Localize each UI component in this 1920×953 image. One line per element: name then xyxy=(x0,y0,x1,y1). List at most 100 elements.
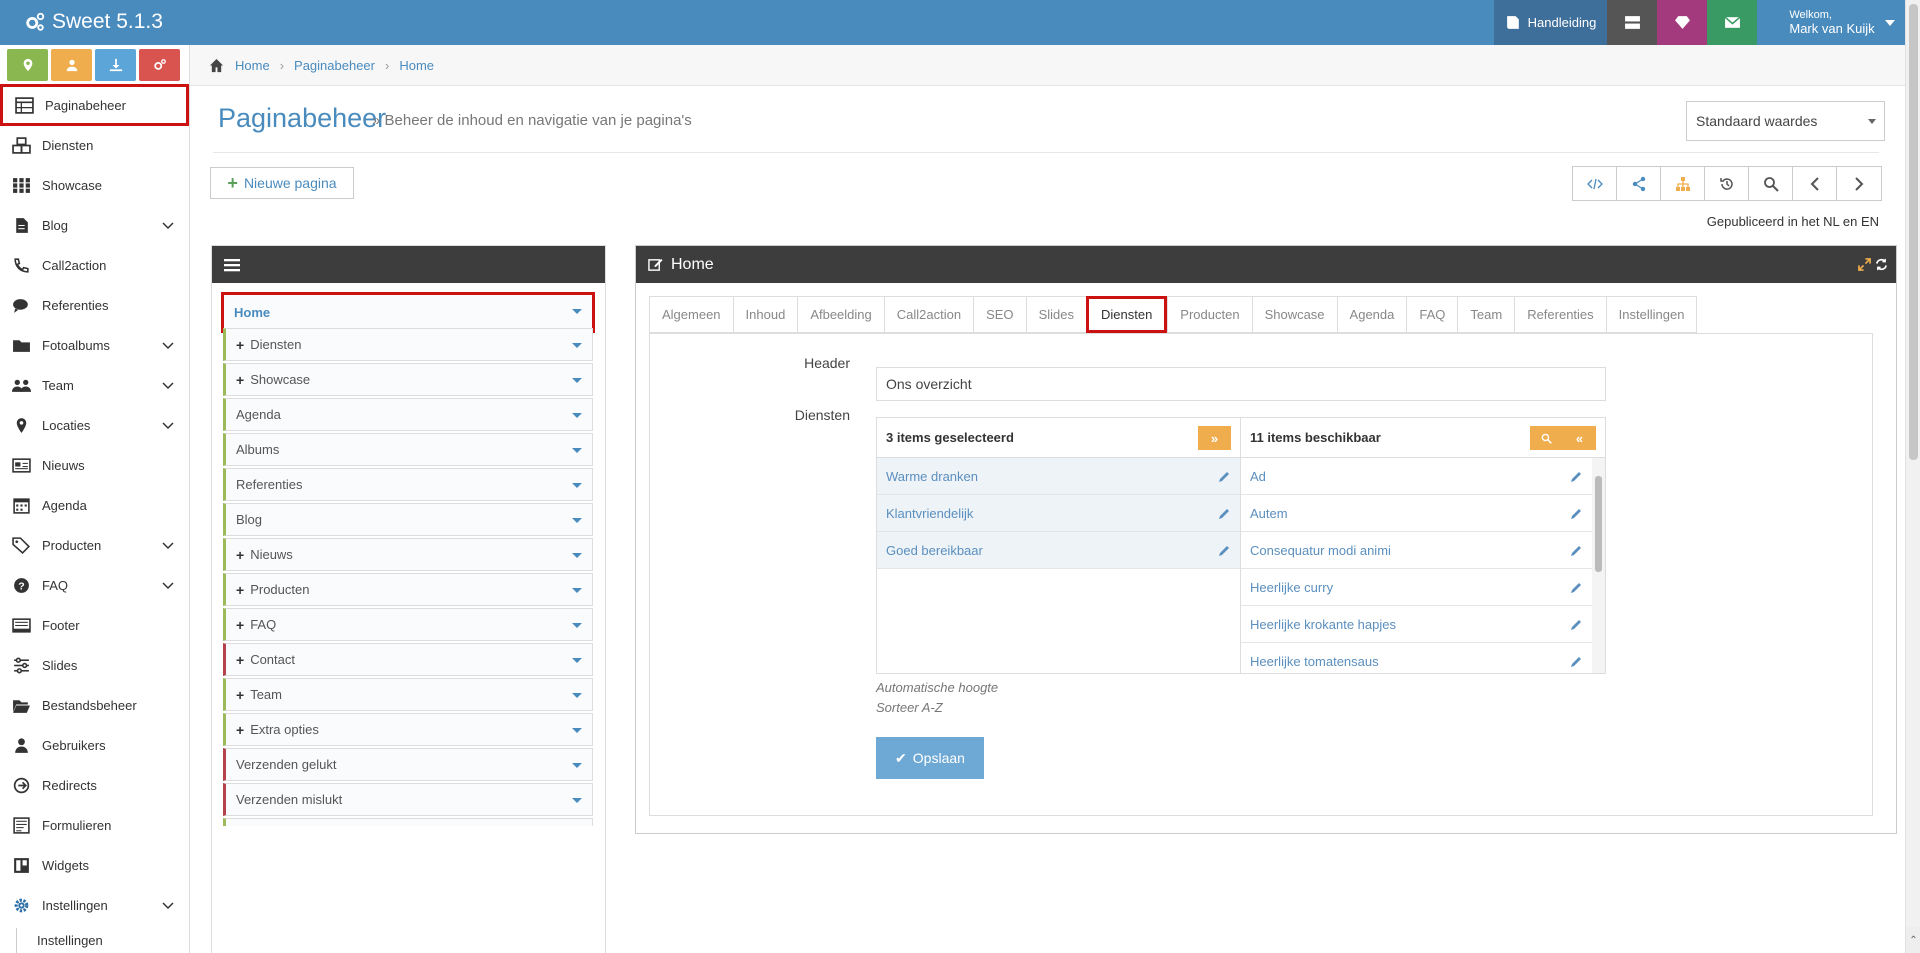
caret-down-icon[interactable] xyxy=(572,798,582,803)
pencil-icon[interactable] xyxy=(1570,470,1583,483)
home-icon[interactable] xyxy=(208,58,225,73)
sidebar-item-diensten[interactable]: Diensten xyxy=(0,125,189,165)
sidebar-subitem-instellingen[interactable]: Instellingen xyxy=(16,928,103,953)
refresh-icon[interactable] xyxy=(1875,258,1888,271)
pencil-icon[interactable] xyxy=(1570,618,1583,631)
mail-button[interactable] xyxy=(1707,0,1757,45)
plus-icon[interactable]: + xyxy=(236,722,244,738)
expand-icon[interactable] xyxy=(1858,258,1871,271)
plus-icon[interactable]: + xyxy=(236,582,244,598)
pencil-icon[interactable] xyxy=(1218,470,1231,483)
plus-icon[interactable]: + xyxy=(236,547,244,563)
sidebar-item-showcase[interactable]: Showcase xyxy=(0,165,189,205)
sidebar-item-producten[interactable]: Producten xyxy=(0,525,189,565)
next-button[interactable] xyxy=(1837,167,1881,200)
manual-button[interactable]: Handleiding xyxy=(1494,0,1607,45)
plus-icon[interactable]: + xyxy=(236,617,244,633)
sidebar-item-nieuws[interactable]: Nieuws xyxy=(0,445,189,485)
pencil-icon[interactable] xyxy=(1218,507,1231,520)
tab-inhoud[interactable]: Inhoud xyxy=(732,296,798,333)
tab-producten[interactable]: Producten xyxy=(1167,296,1252,333)
tree-item-agenda[interactable]: Agenda xyxy=(223,398,593,431)
plus-icon[interactable]: + xyxy=(236,687,244,703)
caret-down-icon[interactable] xyxy=(572,309,582,314)
tree-item-extra-opties[interactable]: + Extra opties xyxy=(223,713,593,746)
previous-button[interactable] xyxy=(1793,167,1837,200)
selected-item[interactable]: Goed bereikbaar xyxy=(877,532,1240,569)
available-item[interactable]: Heerlijke tomatensaus xyxy=(1241,643,1592,680)
tree-item-verzenden-mislukt[interactable]: Verzenden mislukt xyxy=(223,783,593,816)
header-input[interactable]: Ons overzicht xyxy=(876,367,1606,401)
pencil-icon[interactable] xyxy=(1570,507,1583,520)
caret-down-icon[interactable] xyxy=(572,693,582,698)
search-button[interactable] xyxy=(1749,167,1793,200)
move-all-right-button[interactable]: » xyxy=(1198,426,1231,450)
new-page-button[interactable]: + Nieuwe pagina xyxy=(210,167,354,199)
tree-item-nieuws[interactable]: + Nieuws xyxy=(223,538,593,571)
tree-item-referenties[interactable]: Referenties xyxy=(223,468,593,501)
sidebar-item-fotoalbums[interactable]: Fotoalbums xyxy=(0,325,189,365)
sidebar-item-blog[interactable]: Blog xyxy=(0,205,189,245)
tree-item-home[interactable]: Home xyxy=(221,292,595,333)
caret-down-icon[interactable] xyxy=(572,728,582,733)
tab-algemeen[interactable]: Algemeen xyxy=(649,296,733,333)
tab-referenties[interactable]: Referenties xyxy=(1514,296,1606,333)
pencil-icon[interactable] xyxy=(1570,581,1583,594)
caret-down-icon[interactable] xyxy=(572,343,582,348)
tab-team[interactable]: Team xyxy=(1457,296,1515,333)
sidebar-item-bestandsbeheer[interactable]: Bestandsbeheer xyxy=(0,685,189,725)
plus-icon[interactable]: + xyxy=(236,337,244,353)
sidebar-item-gebruikers[interactable]: Gebruikers xyxy=(0,725,189,765)
tab-instellingen[interactable]: Instellingen xyxy=(1605,296,1698,333)
available-item[interactable]: Heerlijke krokante hapjes xyxy=(1241,606,1592,643)
pencil-icon[interactable] xyxy=(1570,544,1583,557)
sidebar-item-agenda[interactable]: Agenda xyxy=(0,485,189,525)
tree-item-albums[interactable]: Albums xyxy=(223,433,593,466)
plus-icon[interactable]: + xyxy=(236,652,244,668)
available-item[interactable]: Ad xyxy=(1241,458,1592,495)
tab-slides[interactable]: Slides xyxy=(1025,296,1086,333)
scrollbar-thumb[interactable] xyxy=(1595,476,1602,572)
app-brand[interactable]: Sweet 5.1.3 xyxy=(24,10,163,34)
selected-item[interactable]: Warme dranken xyxy=(877,458,1240,495)
defaults-select[interactable]: Standaard waardes xyxy=(1686,101,1885,141)
tree-item-blog[interactable]: Blog xyxy=(223,503,593,536)
available-item[interactable]: Consequatur modi animi xyxy=(1241,532,1592,569)
search-available-button[interactable] xyxy=(1530,426,1563,450)
code-button[interactable] xyxy=(1573,167,1617,200)
sidebar-item-paginabeheer[interactable]: Paginabeheer xyxy=(0,84,189,126)
tree-item-producten[interactable]: + Producten xyxy=(223,573,593,606)
server-button[interactable] xyxy=(1607,0,1657,45)
caret-down-icon[interactable] xyxy=(572,588,582,593)
sidebar-item-faq[interactable]: ? FAQ xyxy=(0,565,189,605)
tab-afbeelding[interactable]: Afbeelding xyxy=(797,296,884,333)
breadcrumb-home[interactable]: Home xyxy=(235,58,270,73)
sidebar-item-redirects[interactable]: Redirects xyxy=(0,765,189,805)
move-all-left-button[interactable]: « xyxy=(1563,426,1596,450)
available-item[interactable]: Autem xyxy=(1241,495,1592,532)
caret-down-icon[interactable] xyxy=(572,623,582,628)
caret-down-icon[interactable] xyxy=(572,483,582,488)
menu-icon[interactable] xyxy=(224,258,240,272)
tree-item-diensten[interactable]: + Diensten xyxy=(223,328,593,361)
caret-down-icon[interactable] xyxy=(572,658,582,663)
sidebar-item-team[interactable]: Team xyxy=(0,365,189,405)
sidebar-item-call2action[interactable]: Call2action xyxy=(0,245,189,285)
history-button[interactable] xyxy=(1705,167,1749,200)
location-quick-button[interactable] xyxy=(7,49,48,81)
available-list-scrollbar[interactable] xyxy=(1592,458,1605,673)
breadcrumb-paginabeheer[interactable]: Paginabeheer xyxy=(294,58,375,73)
caret-down-icon[interactable] xyxy=(572,378,582,383)
scrollbar-thumb[interactable] xyxy=(1909,4,1918,460)
share-button[interactable] xyxy=(1617,167,1661,200)
scroll-top-icon[interactable]: ⌃ xyxy=(1906,927,1920,953)
save-button[interactable]: ✔ Opslaan xyxy=(876,737,984,779)
pencil-icon[interactable] xyxy=(1570,655,1583,668)
tab-faq[interactable]: FAQ xyxy=(1406,296,1458,333)
page-scrollbar[interactable]: ⌃ xyxy=(1905,0,1920,953)
user-quick-button[interactable] xyxy=(51,49,92,81)
sidebar-item-footer[interactable]: Footer xyxy=(0,605,189,645)
plus-icon[interactable]: + xyxy=(236,372,244,388)
caret-down-icon[interactable] xyxy=(572,448,582,453)
caret-down-icon[interactable] xyxy=(572,413,582,418)
